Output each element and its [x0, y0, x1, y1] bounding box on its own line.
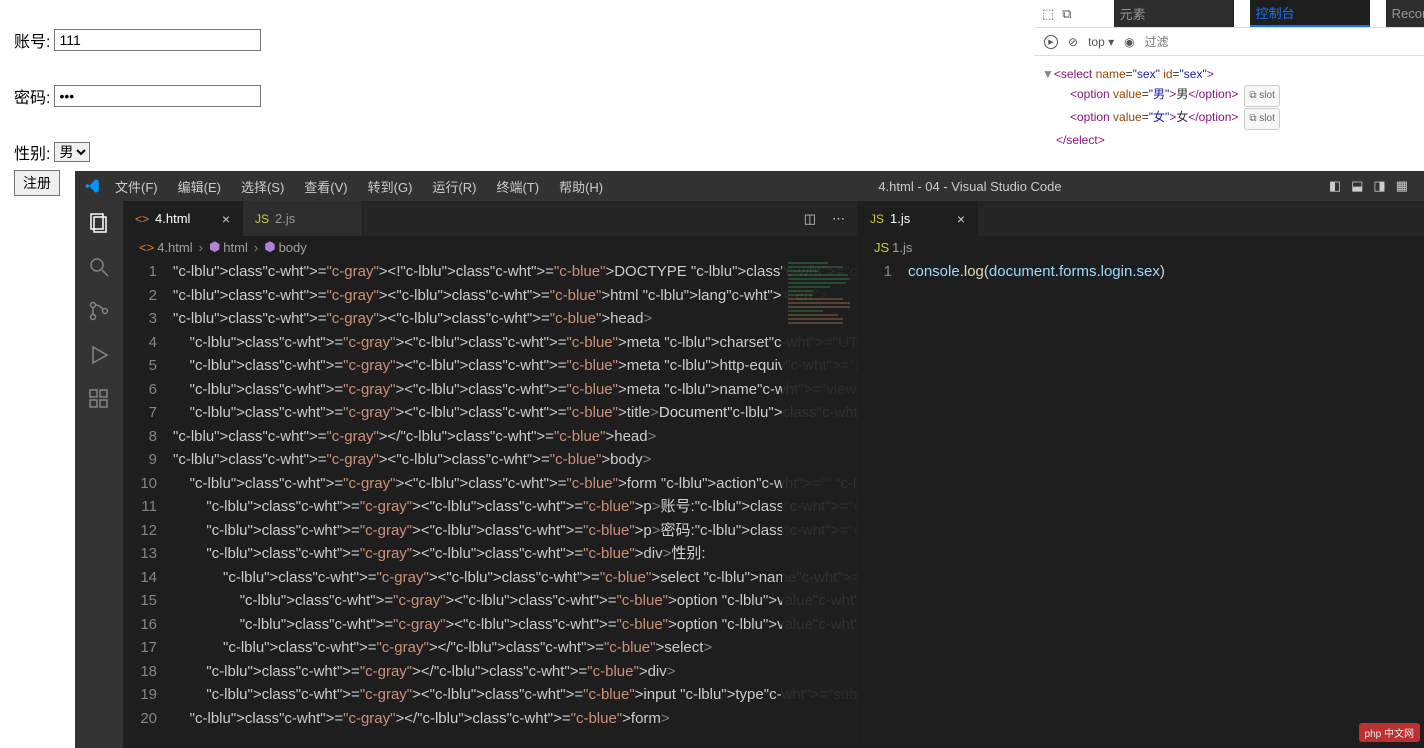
expand-icon[interactable]: ▼: [1042, 67, 1054, 81]
js-file-icon: JS: [255, 212, 269, 226]
menu-edit[interactable]: 编辑(E): [170, 173, 229, 200]
extensions-icon[interactable]: [87, 387, 111, 411]
tab-label: 1.js: [890, 211, 910, 226]
code-editor-left[interactable]: 1234567891011121314151617181920 "c-lblu"…: [123, 258, 857, 748]
play-icon[interactable]: ▶: [1044, 35, 1058, 49]
line-gutter: 1234567891011121314151617181920: [123, 258, 173, 748]
tab-row-left: <> 4.html × JS 2.js ◫ ⋯: [123, 201, 857, 236]
line-gutter: 1: [858, 258, 908, 748]
devtools-tabrow: ⬚ ⧉ 元素 控制台 Recorder ▲ 源代码: [1034, 0, 1424, 28]
breadcrumb-left[interactable]: <> 4.html › ⬢ html › ⬢ body: [123, 236, 857, 258]
menu-view[interactable]: 查看(V): [296, 173, 355, 200]
breadcrumb-right[interactable]: JS 1.js: [858, 236, 1424, 258]
tab-label: 2.js: [275, 211, 295, 226]
device-icon[interactable]: ⧉: [1062, 6, 1071, 22]
label-sex: 性别:: [14, 140, 50, 164]
debug-icon[interactable]: [87, 343, 111, 367]
select-sex[interactable]: 男: [54, 142, 90, 162]
activity-bar: [75, 201, 123, 748]
vscode-titlebar: 文件(F) 编辑(E) 选择(S) 查看(V) 转到(G) 运行(R) 终端(T…: [75, 171, 1424, 201]
tab-elements[interactable]: 元素: [1114, 0, 1234, 27]
filter-input[interactable]: [1145, 35, 1205, 49]
submit-register[interactable]: [14, 170, 60, 196]
slot-badge: ⧉ slot: [1244, 108, 1279, 130]
menu-bar: 文件(F) 编辑(E) 选择(S) 查看(V) 转到(G) 运行(R) 终端(T…: [107, 173, 611, 200]
layout-controls: ◧ ⬓ ◨ ▦: [1329, 178, 1416, 194]
tab-label: 4.html: [155, 211, 190, 226]
menu-run[interactable]: 运行(R): [424, 173, 484, 200]
close-icon[interactable]: ×: [222, 211, 230, 227]
layout-right-icon[interactable]: ◨: [1373, 178, 1385, 194]
editor-group-left: <> 4.html × JS 2.js ◫ ⋯ <> 4.html: [123, 201, 858, 748]
menu-go[interactable]: 转到(G): [360, 173, 421, 200]
window-title: 4.html - 04 - Visual Studio Code: [611, 179, 1329, 194]
js-file-icon: JS: [870, 212, 884, 226]
tab-2js[interactable]: JS 2.js: [243, 201, 363, 236]
clear-icon[interactable]: ⊘: [1068, 35, 1078, 49]
search-icon[interactable]: [87, 255, 111, 279]
source-control-icon[interactable]: [87, 299, 111, 323]
devtools-toolbar: ▶ ⊘ top ▾ ◉: [1034, 28, 1424, 56]
tab-1js[interactable]: JS 1.js ×: [858, 201, 978, 236]
split-editor-icon[interactable]: ◫: [804, 211, 816, 227]
layout-grid-icon[interactable]: ▦: [1396, 178, 1408, 194]
vscode-logo-icon: [83, 177, 101, 195]
menu-terminal[interactable]: 终端(T): [488, 173, 547, 200]
slot-badge: ⧉ slot: [1244, 85, 1279, 107]
label-pass: 密码:: [14, 84, 50, 108]
layout-left-icon[interactable]: ◧: [1329, 178, 1341, 194]
html-file-icon: <>: [135, 212, 149, 226]
tab-row-right: JS 1.js ×: [858, 201, 1424, 236]
close-icon[interactable]: ×: [957, 211, 965, 227]
layout-bottom-icon[interactable]: ⬓: [1351, 178, 1363, 194]
menu-help[interactable]: 帮助(H): [551, 173, 611, 200]
label-user: 账号:: [14, 28, 50, 52]
eye-icon[interactable]: ◉: [1124, 35, 1134, 49]
tab-console[interactable]: 控制台: [1250, 0, 1370, 27]
inspect-icon[interactable]: ⬚: [1042, 6, 1054, 22]
menu-file[interactable]: 文件(F): [107, 173, 166, 200]
editor-group-right: JS 1.js × JS 1.js 1 console.log(document…: [858, 201, 1424, 748]
vscode-window: 文件(F) 编辑(E) 选择(S) 查看(V) 转到(G) 运行(R) 终端(T…: [75, 171, 1424, 748]
menu-select[interactable]: 选择(S): [233, 173, 292, 200]
explorer-icon[interactable]: [87, 211, 111, 235]
context-top[interactable]: top ▾: [1088, 35, 1114, 49]
devtools-dom-tree: ▼<select name="sex" id="sex"> <option va…: [1034, 56, 1424, 158]
code-editor-right[interactable]: 1 console.log(document.forms.login.sex): [858, 258, 1424, 748]
input-username[interactable]: [54, 29, 261, 51]
tab-recorder[interactable]: Recorder ▲: [1386, 0, 1424, 27]
minimap[interactable]: [782, 258, 857, 748]
watermark: php 中文网: [1359, 723, 1420, 742]
tab-4html[interactable]: <> 4.html ×: [123, 201, 243, 236]
devtools-panel: ⬚ ⧉ 元素 控制台 Recorder ▲ 源代码 ▶ ⊘ top ▾ ◉ ▼<…: [1034, 0, 1424, 158]
more-icon[interactable]: ⋯: [832, 211, 845, 227]
input-password[interactable]: [54, 85, 261, 107]
